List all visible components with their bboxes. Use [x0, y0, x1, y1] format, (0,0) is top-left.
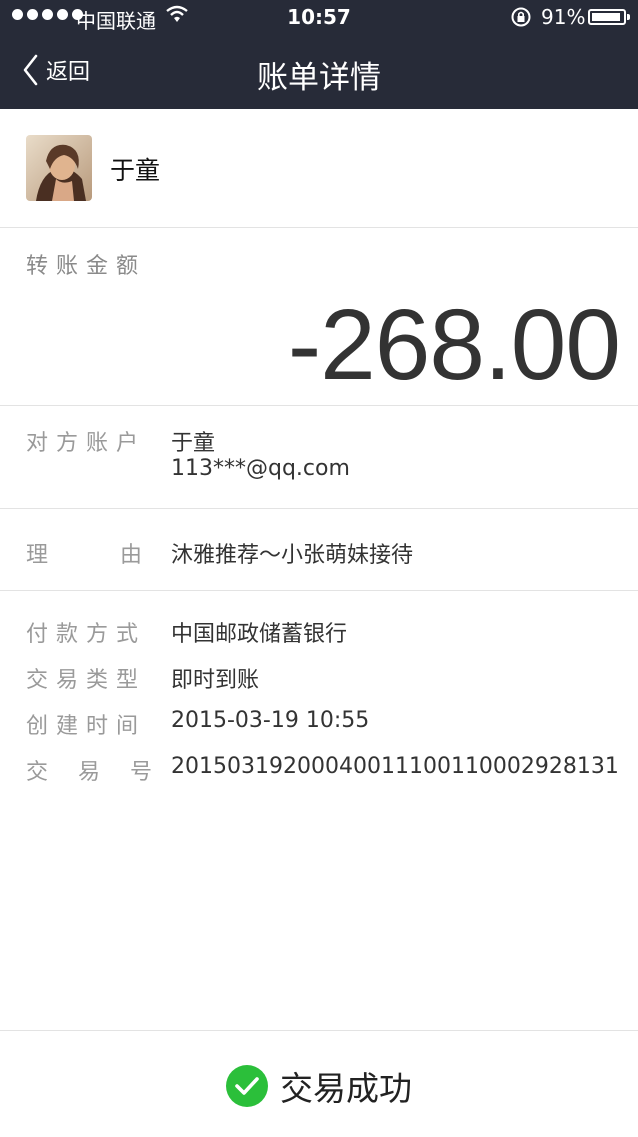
- nav-bar: 返回 账单详情: [0, 36, 638, 109]
- amount-section: 转账金额 -268.00: [0, 228, 638, 406]
- payment-method-label: 付款方式: [26, 622, 147, 647]
- contact-name: 于童: [110, 156, 161, 185]
- created-time-label: 创建时间: [26, 714, 147, 739]
- transaction-type-value: 即时到账: [171, 668, 260, 693]
- page-title: 账单详情: [257, 60, 381, 96]
- transaction-number-label: 交易号: [26, 760, 183, 785]
- battery-icon: [588, 9, 630, 25]
- transaction-number-value: 20150319200040011100110002928131: [171, 754, 619, 779]
- amount-label: 转账金额: [26, 254, 147, 279]
- details-section: 付款方式 中国邮政储蓄银行 交易类型 即时到账 创建时间 2015-03-19 …: [0, 591, 638, 811]
- status-wrap: 交易成功: [0, 1062, 638, 1110]
- payment-method-value: 中国邮政储蓄银行: [171, 622, 348, 647]
- created-time-value: 2015-03-19 10:55: [171, 708, 370, 733]
- contact-header[interactable]: 于童: [0, 109, 638, 228]
- transaction-status-text: 交易成功: [280, 1069, 412, 1108]
- rotation-lock-icon: [510, 6, 532, 32]
- account-name: 于童: [171, 431, 216, 456]
- status-bar: 中国联通 10:57 91%: [0, 0, 638, 36]
- avatar: [26, 135, 92, 201]
- battery-percent: 91%: [541, 5, 586, 29]
- account-section: 对方账户 于童 113***@qq.com: [0, 406, 638, 509]
- account-email: 113***@qq.com: [171, 456, 350, 481]
- check-circle-icon: [226, 1065, 268, 1107]
- account-label: 对方账户: [26, 431, 147, 456]
- amount-value: -268.00: [287, 289, 621, 401]
- transaction-status-footer: 交易成功: [0, 1030, 638, 1137]
- reason-section: 理由 沐雅推荐～小张萌妹接待: [0, 509, 638, 591]
- transaction-type-label: 交易类型: [26, 668, 147, 693]
- reason-value: 沐雅推荐～小张萌妹接待: [171, 543, 414, 568]
